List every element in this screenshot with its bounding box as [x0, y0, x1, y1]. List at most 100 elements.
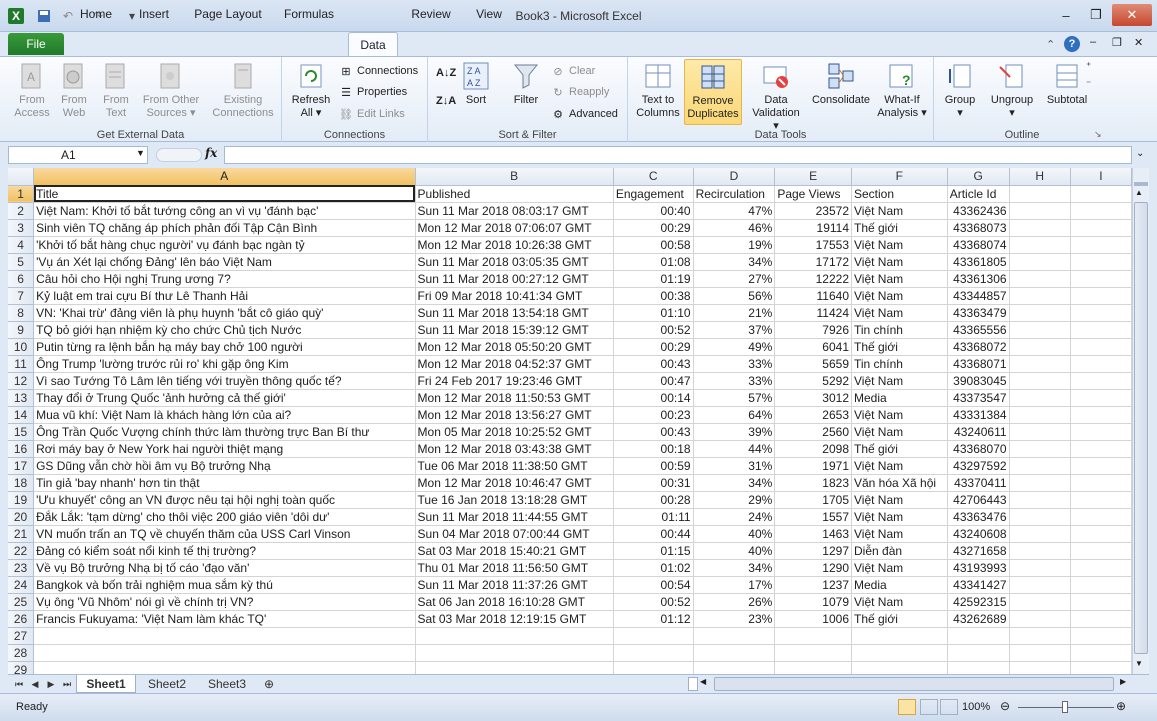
cell[interactable]: 00:14	[613, 389, 694, 407]
cell[interactable]: 3012	[774, 389, 852, 407]
cell[interactable]	[1070, 236, 1132, 254]
cell[interactable]: 00:29	[613, 338, 694, 356]
cell[interactable]: Ông Trump 'lường trước rủi ro' khi gặp ô…	[33, 355, 416, 373]
cell[interactable]	[1009, 321, 1071, 339]
cell[interactable]	[1009, 389, 1071, 407]
cell[interactable]	[1070, 185, 1132, 203]
cell[interactable]: Sun 11 Mar 2018 08:03:17 GMT	[415, 202, 614, 220]
column-header-b[interactable]: B	[415, 168, 614, 186]
cell[interactable]: Mon 12 Mar 2018 04:52:37 GMT	[415, 355, 614, 373]
cell[interactable]: 43361805	[947, 253, 1010, 271]
cell[interactable]	[693, 661, 776, 674]
cell[interactable]: Sun 11 Mar 2018 00:27:12 GMT	[415, 270, 614, 288]
cell[interactable]	[1009, 253, 1071, 271]
row-header[interactable]: 13	[8, 389, 35, 407]
page-break-view-icon[interactable]	[940, 699, 958, 715]
cell[interactable]: 1971	[774, 457, 852, 475]
scroll-down-icon[interactable]: ▼	[1135, 659, 1143, 668]
cell[interactable]: 33%	[693, 372, 776, 390]
row-header[interactable]: 19	[8, 491, 35, 509]
cell[interactable]: VN: 'Khai trừ' đảng viên là phụ huynh 'b…	[33, 304, 416, 322]
cell[interactable]: 11424	[774, 304, 852, 322]
zoom-out-icon[interactable]: ⊖	[1000, 699, 1010, 713]
cell[interactable]: Câu hỏi cho Hội nghị Trung ương 7?	[33, 270, 416, 288]
sort-a-to-z-button[interactable]: A↓Z	[436, 67, 456, 79]
cell[interactable]	[1070, 593, 1132, 611]
cell[interactable]: 42592315	[947, 593, 1010, 611]
cell[interactable]: Sat 03 Mar 2018 12:19:15 GMT	[415, 610, 614, 628]
scroll-right-icon[interactable]: ▶	[1120, 677, 1126, 686]
minimize-ribbon-icon[interactable]: ⌃	[1046, 38, 1055, 51]
cell[interactable]	[1009, 270, 1071, 288]
what-if-analysis-button[interactable]: ? What-If Analysis ▾	[876, 61, 928, 120]
cell[interactable]: 1823	[774, 474, 852, 492]
cell[interactable]: 00:31	[613, 474, 694, 492]
cell[interactable]: 01:02	[613, 559, 694, 577]
cell[interactable]: Tin giả 'bay nhanh' hơn tin thật	[33, 474, 416, 492]
cell[interactable]: 26%	[693, 593, 776, 611]
cell[interactable]: 1463	[774, 525, 852, 543]
cell[interactable]	[1070, 389, 1132, 407]
cell[interactable]: Tin chính	[851, 321, 948, 339]
cell[interactable]: 40%	[693, 542, 776, 560]
cell[interactable]: Việt Nam	[851, 372, 948, 390]
cell[interactable]: 01:12	[613, 610, 694, 628]
data-validation-button[interactable]: Data Validation ▾	[750, 61, 802, 133]
tab-data[interactable]: Data	[348, 32, 398, 57]
cell[interactable]: Việt Nam	[851, 236, 948, 254]
column-header-a[interactable]: A	[33, 168, 416, 186]
workbook-minimize-icon[interactable]: –	[1090, 36, 1096, 48]
vertical-scrollbar[interactable]: ▲ ▼	[1132, 168, 1149, 674]
cell[interactable]: 1006	[774, 610, 852, 628]
column-header-i[interactable]: I	[1070, 168, 1132, 186]
cell[interactable]	[1070, 253, 1132, 271]
cell[interactable]: Tin chính	[851, 355, 948, 373]
horizontal-scroll-thumb[interactable]	[714, 677, 1114, 691]
row-header[interactable]: 29	[8, 661, 35, 674]
cell[interactable]: 00:29	[613, 219, 694, 237]
row-header[interactable]: 28	[8, 644, 35, 662]
cell[interactable]: Thu 01 Mar 2018 11:56:50 GMT	[415, 559, 614, 577]
cell[interactable]	[1009, 236, 1071, 254]
row-header[interactable]: 15	[8, 423, 35, 441]
cell[interactable]: Việt Nam	[851, 559, 948, 577]
workbook-restore-icon[interactable]: ❐	[1112, 36, 1122, 49]
cell[interactable]	[1009, 423, 1071, 441]
cell[interactable]: Việt Nam	[851, 287, 948, 305]
page-layout-view-icon[interactable]	[920, 699, 938, 715]
text-to-columns-button[interactable]: Text to Columns	[632, 61, 684, 120]
hide-detail-icon[interactable]: ⁻	[1086, 79, 1091, 90]
cell[interactable]: VN muốn trấn an TQ về chuyến thăm của US…	[33, 525, 416, 543]
row-header[interactable]: 22	[8, 542, 35, 560]
cell[interactable]	[1009, 287, 1071, 305]
cell[interactable]: 2560	[774, 423, 852, 441]
cell[interactable]: Engagement	[613, 185, 694, 203]
cell[interactable]	[1070, 559, 1132, 577]
cell[interactable]: Published	[415, 185, 614, 203]
advanced-button[interactable]: ⚙ Advanced	[550, 106, 618, 122]
row-header[interactable]: 16	[8, 440, 35, 458]
sheet-tab-sheet3[interactable]: Sheet3	[198, 675, 256, 693]
normal-view-icon[interactable]	[898, 699, 916, 715]
insert-function-icon[interactable]: fx	[205, 146, 217, 160]
ungroup-button[interactable]: Ungroup ▾	[986, 61, 1038, 120]
cell[interactable]: 43363479	[947, 304, 1010, 322]
cell[interactable]	[613, 644, 694, 662]
cell[interactable]	[1009, 559, 1071, 577]
cell[interactable]: Thay đổi ở Trung Quốc 'ảnh hưởng cả thế …	[33, 389, 416, 407]
cell[interactable]: Việt Nam	[851, 423, 948, 441]
cell[interactable]: Vì sao Tướng Tô Lâm lên tiếng với truyền…	[33, 372, 416, 390]
cell[interactable]: 47%	[693, 202, 776, 220]
cell[interactable]: 43341427	[947, 576, 1010, 594]
tab-home[interactable]: Home	[72, 4, 120, 24]
cell[interactable]: Sat 03 Mar 2018 15:40:21 GMT	[415, 542, 614, 560]
cell[interactable]: 27%	[693, 270, 776, 288]
scroll-left-icon[interactable]: ◀	[700, 677, 706, 686]
cell[interactable]: Việt Nam	[851, 593, 948, 611]
cell[interactable]: 17172	[774, 253, 852, 271]
first-sheet-icon[interactable]: ⏮	[12, 675, 26, 693]
row-header[interactable]: 18	[8, 474, 35, 492]
cell[interactable]: Sinh viên TQ chăng áp phích phản đối Tập…	[33, 219, 416, 237]
minimize-icon[interactable]: –	[1052, 4, 1080, 26]
clear-button[interactable]: ⊘ Clear	[550, 63, 595, 79]
